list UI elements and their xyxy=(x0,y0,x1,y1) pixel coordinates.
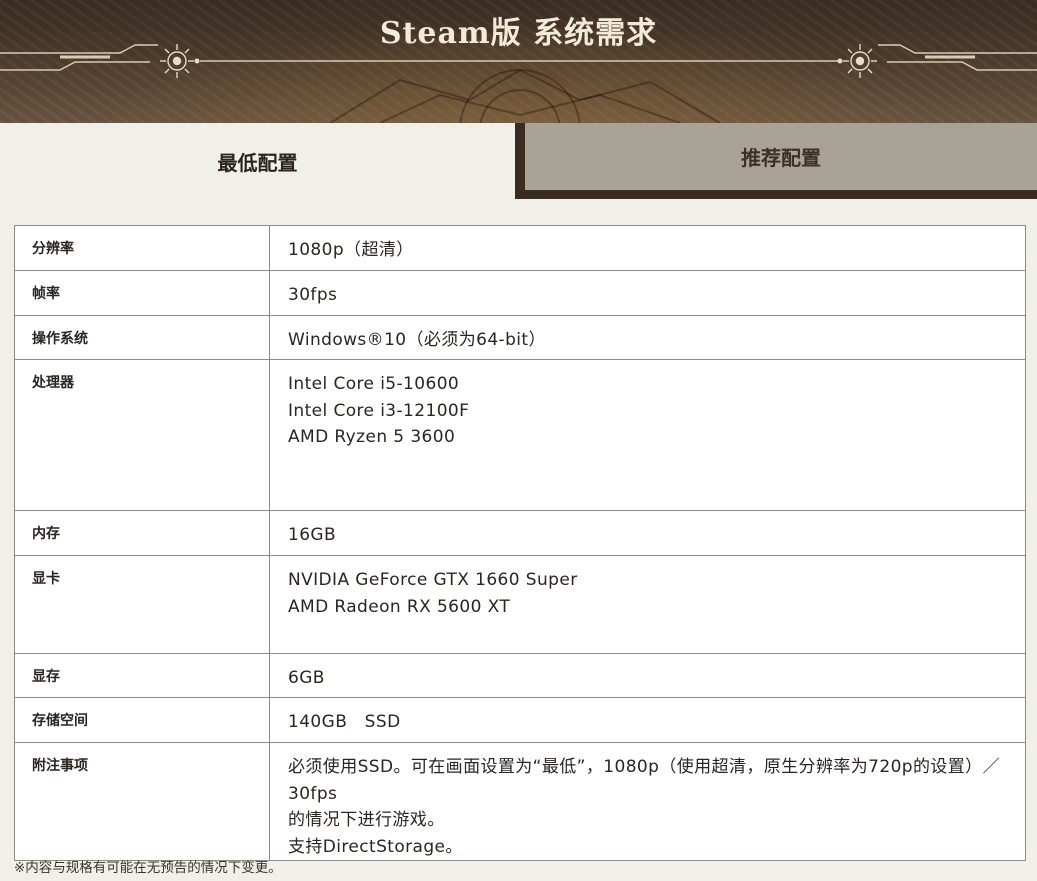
tab-minimum-config[interactable]: 最低配置 xyxy=(0,123,515,199)
spec-value-line: AMD Radeon RX 5600 XT xyxy=(288,596,511,617)
spec-value: 1080p（超清） xyxy=(269,225,1026,271)
spec-value-line: 的情况下进行游戏。 xyxy=(288,810,445,830)
table-row: 附注事项 必须使用SSD。可在画面设置为“最低”，1080p（使用超清，原生分辨… xyxy=(14,742,1026,861)
spec-value-line: Intel Core i5-10600 xyxy=(288,374,460,394)
table-row: 内存 16GB xyxy=(14,510,1026,556)
spec-key: 内存 xyxy=(14,510,270,556)
page-title: Steam版 系统需求 xyxy=(379,16,658,51)
spec-value-line: Intel Core i3-12100F xyxy=(288,400,470,421)
tab-recommended-frame: 推荐配置 xyxy=(515,123,1037,199)
spec-value-line: 支持DirectStorage。 xyxy=(288,836,463,857)
spec-value-line: NVIDIA GeForce GTX 1660 Super xyxy=(288,570,578,590)
table-row: 操作系统 Windows®10（必须为64-bit） xyxy=(14,315,1026,360)
spec-value: Intel Core i5-10600 Intel Core i3-12100F… xyxy=(269,359,1026,511)
table-row: 处理器 Intel Core i5-10600 Intel Core i3-12… xyxy=(14,359,1026,511)
spec-value: NVIDIA GeForce GTX 1660 Super AMD Radeon… xyxy=(269,555,1026,654)
spec-value: 16GB xyxy=(269,510,1026,556)
spec-value-line: Windows®10（必须为64-bit） xyxy=(288,330,546,350)
tab-minimum-label: 最低配置 xyxy=(217,150,298,175)
tab-recommended-label: 推荐配置 xyxy=(741,146,821,170)
spec-key: 显存 xyxy=(14,653,270,698)
spec-value-line: 16GB xyxy=(288,525,337,545)
spec-value: 必须使用SSD。可在画面设置为“最低”，1080p（使用超清，原生分辨率为720… xyxy=(269,742,1026,861)
spec-value: 6GB xyxy=(269,653,1026,698)
spec-key: 操作系统 xyxy=(14,315,270,360)
header-banner: Steam版 系统需求 xyxy=(0,0,1037,123)
table-row: 分辨率 1080p（超清） xyxy=(14,225,1026,271)
spec-value-line: 30fps xyxy=(288,285,338,305)
table-row: 显卡 NVIDIA GeForce GTX 1660 Super AMD Rad… xyxy=(14,555,1026,654)
spec-value-line: 1080p（超清） xyxy=(288,240,414,260)
spec-key: 显卡 xyxy=(14,555,270,654)
disclaimer-footnote: ※内容与规格有可能在无预告的情况下变更。 xyxy=(14,860,282,876)
spec-value: Windows®10（必须为64-bit） xyxy=(269,315,1026,360)
spec-key: 帧率 xyxy=(14,270,270,316)
spec-value: 30fps xyxy=(269,270,1026,316)
spec-value-line: 必须使用SSD。可在画面设置为“最低”，1080p（使用超清，原生分辨率为720… xyxy=(288,757,1000,804)
spec-table: 分辨率 1080p（超清） 帧率 30fps 操作系统 Windows®10（必… xyxy=(14,225,1026,861)
spec-value-line: 6GB xyxy=(288,668,325,688)
spec-value-line: AMD Ryzen 5 3600 xyxy=(288,427,456,447)
spec-key: 处理器 xyxy=(14,359,270,511)
spec-value-line: 140GB SSD xyxy=(288,712,401,732)
tab-recommended-config[interactable]: 推荐配置 xyxy=(525,123,1037,190)
table-row: 存储空间 140GB SSD xyxy=(14,697,1026,743)
spec-key: 存储空间 xyxy=(14,697,270,743)
table-row: 显存 6GB xyxy=(14,653,1026,698)
spec-value: 140GB SSD xyxy=(269,697,1026,743)
spec-key: 附注事项 xyxy=(14,742,270,861)
table-row: 帧率 30fps xyxy=(14,270,1026,316)
spec-key: 分辨率 xyxy=(14,225,270,271)
